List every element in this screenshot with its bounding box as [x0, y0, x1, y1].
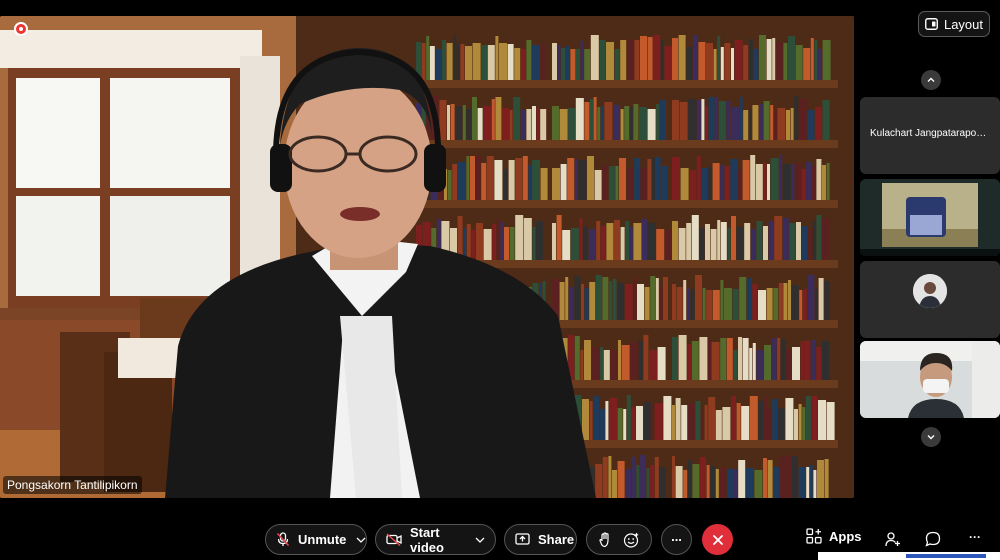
chevron-down-icon — [927, 435, 935, 440]
participant-tile-kulachart[interactable]: Kulachart Jangpatarapon... — [860, 97, 1000, 174]
participants-button[interactable] — [884, 530, 902, 548]
reactions-button[interactable] — [623, 532, 640, 548]
layout-icon — [925, 18, 938, 30]
share-screen-icon — [515, 533, 530, 545]
emoji-reaction-icon — [623, 532, 638, 548]
more-menu-icon: ··· — [969, 530, 981, 544]
participant-tile-room-camera[interactable] — [860, 179, 1000, 256]
participant-tile-webcam[interactable] — [860, 341, 1000, 418]
video-off-icon — [386, 533, 402, 546]
scroll-down-button[interactable] — [921, 427, 941, 447]
raise-hand-button[interactable] — [598, 531, 612, 548]
unmute-button[interactable]: Unmute — [265, 524, 367, 555]
apps-icon — [806, 528, 822, 544]
chevron-down-icon[interactable] — [475, 537, 485, 543]
share-button[interactable]: Share — [504, 524, 577, 555]
reactions-group — [586, 524, 652, 555]
start-video-label: Start video — [410, 524, 444, 555]
close-icon — [712, 534, 723, 545]
participant-avatar — [913, 274, 947, 308]
active-speaker-name: Pongsakorn Tantilipikorn — [3, 476, 142, 494]
chat-icon — [925, 531, 941, 547]
unmute-label: Unmute — [298, 532, 347, 547]
chevron-down-icon[interactable] — [356, 537, 366, 543]
share-label: Share — [538, 532, 575, 547]
more-menu-button[interactable]: ··· — [965, 530, 985, 548]
video-frame — [0, 16, 854, 498]
notification-thumbnail[interactable] — [818, 552, 1000, 560]
recording-indicator-icon — [14, 22, 28, 36]
layout-button[interactable]: Layout — [918, 11, 990, 37]
participants-icon — [885, 532, 900, 547]
raise-hand-icon — [599, 531, 609, 547]
participant-video — [860, 179, 1000, 256]
participant-tile-avatar[interactable] — [860, 261, 1000, 338]
more-options-icon: ... — [671, 529, 682, 544]
participant-video — [860, 341, 1000, 418]
main-video-feed[interactable]: Pongsakorn Tantilipikorn — [0, 16, 854, 498]
scroll-up-button[interactable] — [921, 70, 941, 90]
apps-button[interactable]: Apps — [806, 528, 862, 544]
participant-name: Kulachart Jangpatarapon... — [870, 128, 991, 139]
start-video-button[interactable]: Start video — [375, 524, 496, 555]
layout-label: Layout — [943, 16, 984, 32]
chat-button[interactable] — [924, 530, 942, 548]
microphone-muted-icon — [276, 532, 290, 547]
chevron-up-icon — [927, 77, 935, 82]
leave-meeting-button[interactable] — [702, 524, 733, 555]
more-options-button[interactable]: ... — [661, 524, 692, 555]
apps-label: Apps — [829, 528, 862, 544]
